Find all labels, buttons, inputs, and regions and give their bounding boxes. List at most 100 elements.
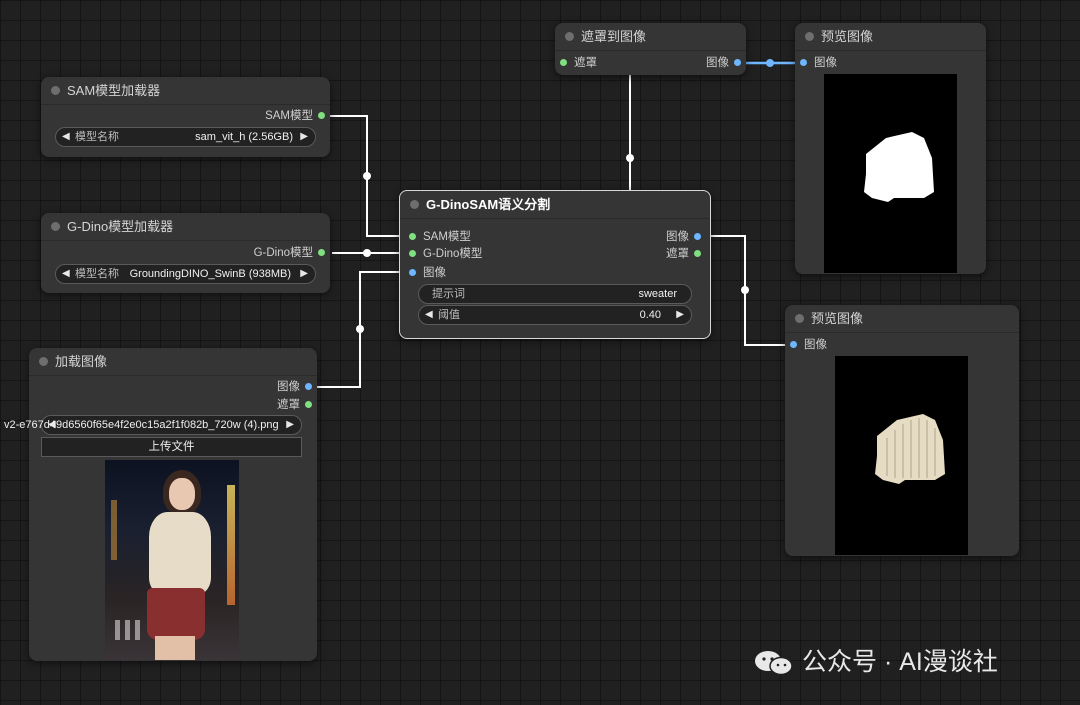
slot-dot[interactable] bbox=[318, 112, 325, 119]
wire-image-preview bbox=[697, 235, 793, 346]
wechat-icon bbox=[755, 651, 793, 676]
slot-label: G-Dino模型 bbox=[253, 247, 313, 259]
slot-label: 遮罩 bbox=[574, 57, 597, 69]
slot-dot[interactable] bbox=[694, 233, 701, 240]
mask-shape bbox=[864, 132, 934, 202]
slot-label: 图像 bbox=[814, 57, 837, 69]
wire-midpoint bbox=[363, 249, 371, 257]
watermark-text: 公众号 · AI漫谈社 bbox=[802, 648, 998, 676]
output-slot-mask[interactable]: 遮罩 bbox=[666, 246, 701, 262]
collapse-dot[interactable] bbox=[410, 200, 419, 209]
output-slot-image[interactable]: 图像 bbox=[706, 55, 741, 71]
person-sweater bbox=[149, 512, 211, 594]
left-arrow-icon[interactable]: ◀ bbox=[62, 265, 70, 283]
upload-file-button[interactable]: 上传文件 bbox=[41, 437, 302, 457]
segmented-preview-image bbox=[835, 356, 968, 555]
widget-value: GroundingDINO_SwinB (938MB) bbox=[129, 268, 291, 280]
widget-value: v2-e767d49d6560f65e4f2e0c15a2f1f082b_720… bbox=[4, 419, 279, 431]
preview-image-node-top[interactable]: 预览图像 图像 bbox=[795, 23, 986, 274]
slot-dot[interactable] bbox=[409, 269, 416, 276]
slot-label: 遮罩 bbox=[666, 248, 689, 260]
left-arrow-icon[interactable]: ◀ bbox=[425, 306, 433, 324]
output-slot-mask[interactable]: 遮罩 bbox=[277, 397, 312, 413]
node-title: 加载图像 bbox=[55, 354, 108, 369]
node-header[interactable]: 加载图像 bbox=[29, 348, 317, 376]
wire-midpoint bbox=[356, 325, 364, 333]
node-header[interactable]: G-DinoSAM语义分割 bbox=[400, 191, 710, 219]
slot-label: 图像 bbox=[804, 339, 827, 351]
widget-value: 0.40 bbox=[639, 309, 661, 321]
gdino-sam-segment-node[interactable]: G-DinoSAM语义分割 SAM模型 G-Dino模型 图像 图像 遮罩 提示… bbox=[399, 190, 711, 339]
node-header[interactable]: SAM模型加载器 bbox=[41, 77, 330, 105]
slot-label: 图像 bbox=[706, 57, 729, 69]
input-slot-mask[interactable]: 遮罩 bbox=[560, 55, 597, 71]
collapse-dot[interactable] bbox=[565, 32, 574, 41]
right-arrow-icon[interactable]: ▶ bbox=[286, 416, 294, 434]
slot-dot[interactable] bbox=[305, 401, 312, 408]
prompt-text-widget[interactable]: 提示词 sweater bbox=[418, 284, 692, 304]
output-slot-gdino-model[interactable]: G-Dino模型 bbox=[254, 245, 325, 261]
model-name-combo[interactable]: ◀ 模型名称 sam_vit_h (2.56GB) ▶ bbox=[55, 127, 316, 147]
slot-dot[interactable] bbox=[409, 250, 416, 257]
output-slot-image[interactable]: 图像 bbox=[666, 229, 701, 245]
collapse-dot[interactable] bbox=[51, 86, 60, 95]
person-skirt bbox=[147, 588, 205, 640]
output-slot-image[interactable]: 图像 bbox=[277, 379, 312, 395]
neon-sign bbox=[227, 485, 235, 605]
node-header[interactable]: G-Dino模型加载器 bbox=[41, 213, 330, 241]
wire-midpoint bbox=[741, 286, 749, 294]
widget-label: 模型名称 bbox=[75, 268, 119, 280]
slot-label: G-Dino模型 bbox=[423, 248, 483, 260]
mask-preview-image bbox=[824, 74, 957, 273]
slot-dot[interactable] bbox=[409, 233, 416, 240]
gdino-loader-node[interactable]: G-Dino模型加载器 G-Dino模型 ◀ 模型名称 GroundingDIN… bbox=[41, 213, 330, 293]
left-arrow-icon[interactable]: ◀ bbox=[62, 128, 70, 146]
slot-dot[interactable] bbox=[318, 249, 325, 256]
street-light bbox=[111, 500, 117, 560]
collapse-dot[interactable] bbox=[51, 222, 60, 231]
mask-to-image-node[interactable]: 遮罩到图像 遮罩 图像 bbox=[555, 23, 746, 75]
node-title: G-DinoSAM语义分割 bbox=[426, 197, 551, 212]
preview-image-node-bottom[interactable]: 预览图像 图像 bbox=[785, 305, 1019, 556]
slot-dot[interactable] bbox=[734, 59, 741, 66]
slot-dot[interactable] bbox=[790, 341, 797, 348]
right-arrow-icon[interactable]: ▶ bbox=[676, 306, 684, 324]
slot-dot[interactable] bbox=[560, 59, 567, 66]
node-header[interactable]: 遮罩到图像 bbox=[555, 23, 746, 51]
wire-midpoint bbox=[766, 59, 774, 67]
collapse-dot[interactable] bbox=[39, 357, 48, 366]
slot-label: SAM模型 bbox=[265, 110, 313, 122]
widget-value: sweater bbox=[638, 288, 677, 300]
slot-label: 图像 bbox=[277, 381, 300, 393]
widget-label: 阈值 bbox=[438, 309, 460, 321]
right-arrow-icon[interactable]: ▶ bbox=[300, 128, 308, 146]
sam-loader-node[interactable]: SAM模型加载器 SAM模型 ◀ 模型名称 sam_vit_h (2.56GB)… bbox=[41, 77, 330, 157]
input-slot-gdino-model[interactable]: G-Dino模型 bbox=[409, 246, 482, 262]
collapse-dot[interactable] bbox=[795, 314, 804, 323]
slot-dot[interactable] bbox=[800, 59, 807, 66]
node-header[interactable]: 预览图像 bbox=[785, 305, 1019, 333]
slot-dot[interactable] bbox=[694, 250, 701, 257]
node-title: SAM模型加载器 bbox=[67, 83, 161, 98]
image-file-combo[interactable]: ◀ v2-e767d49d6560f65e4f2e0c15a2f1f082b_7… bbox=[4, 415, 302, 435]
threshold-number-widget[interactable]: ◀ 阈值 0.40 ▶ bbox=[418, 305, 692, 325]
node-header[interactable]: 预览图像 bbox=[795, 23, 986, 51]
slot-dot[interactable] bbox=[305, 383, 312, 390]
model-name-combo[interactable]: ◀ 模型名称 GroundingDINO_SwinB (938MB) ▶ bbox=[55, 264, 316, 284]
input-slot-image[interactable]: 图像 bbox=[409, 265, 446, 281]
output-slot-sam-model[interactable]: SAM模型 bbox=[265, 108, 325, 124]
right-arrow-icon[interactable]: ▶ bbox=[300, 265, 308, 283]
node-title: 预览图像 bbox=[811, 311, 864, 326]
node-title: 预览图像 bbox=[821, 29, 874, 44]
input-slot-image[interactable]: 图像 bbox=[790, 337, 827, 353]
segmented-sweater bbox=[875, 414, 945, 484]
node-title: 遮罩到图像 bbox=[581, 29, 647, 44]
load-image-node[interactable]: 加载图像 图像 遮罩 ◀ v2-e767d49d6560f65e4f2e0c15… bbox=[4, 348, 317, 661]
person-face bbox=[169, 478, 195, 510]
road-marking bbox=[115, 620, 145, 640]
slot-label: 图像 bbox=[666, 231, 689, 243]
input-slot-sam-model[interactable]: SAM模型 bbox=[409, 229, 471, 245]
collapse-dot[interactable] bbox=[805, 32, 814, 41]
input-slot-image[interactable]: 图像 bbox=[800, 55, 837, 71]
widget-label: 模型名称 bbox=[75, 131, 119, 143]
